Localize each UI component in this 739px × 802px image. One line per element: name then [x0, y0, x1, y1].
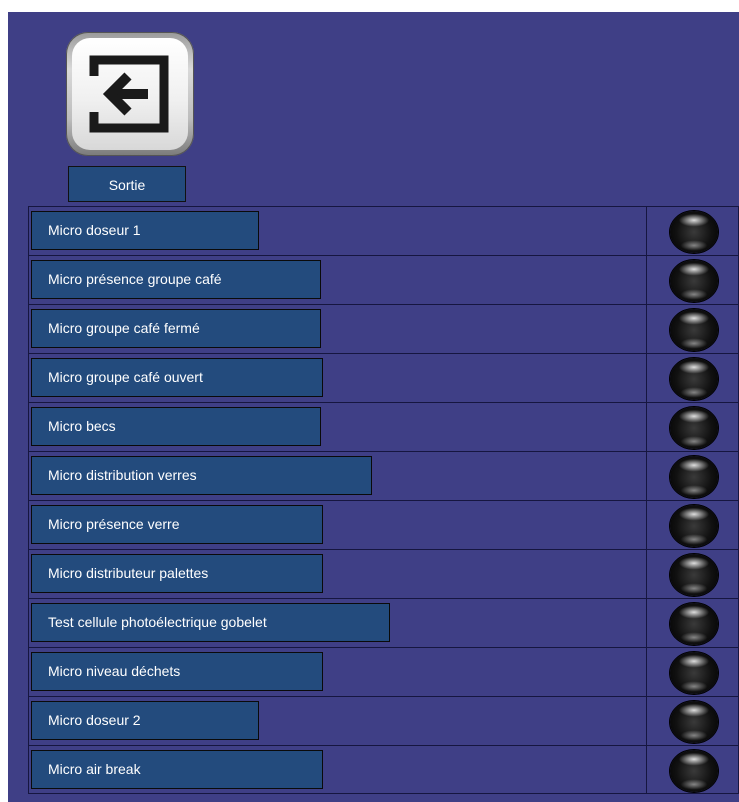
sensor-label: Micro air break: [31, 750, 323, 789]
io-test-panel: Sortie Micro doseur 1 Micro présence gro…: [8, 12, 739, 802]
status-indicator-icon: [670, 309, 718, 351]
exit-icon-face: [72, 38, 188, 150]
list-item: Micro distributeur palettes: [28, 549, 739, 598]
sensor-label: Micro doseur 1: [31, 211, 259, 250]
list-item: Micro air break: [28, 745, 739, 794]
sensor-label: Micro niveau déchets: [31, 652, 323, 691]
list-item: Micro niveau déchets: [28, 647, 739, 696]
list-item: Micro présence verre: [28, 500, 739, 549]
exit-arrow-icon: [89, 55, 169, 133]
exit-label[interactable]: Sortie: [68, 166, 186, 202]
list-item: Test cellule photoélectrique gobelet: [28, 598, 739, 647]
sensor-label: Micro présence verre: [31, 505, 323, 544]
sensor-label: Micro présence groupe café: [31, 260, 321, 299]
list-item: Micro groupe café fermé: [28, 304, 739, 353]
status-indicator-icon: [670, 701, 718, 743]
list-item: Micro distribution verres: [28, 451, 739, 500]
sensor-list: Micro doseur 1 Micro présence groupe caf…: [28, 206, 739, 794]
status-indicator-icon: [670, 260, 718, 302]
status-indicator-icon: [670, 652, 718, 694]
status-indicator-icon: [670, 456, 718, 498]
status-indicator-icon: [670, 750, 718, 792]
status-indicator-icon: [670, 505, 718, 547]
sensor-label: Micro distributeur palettes: [31, 554, 323, 593]
sensor-label: Micro doseur 2: [31, 701, 259, 740]
status-indicator-icon: [670, 603, 718, 645]
sensor-label: Micro becs: [31, 407, 321, 446]
list-item: Micro doseur 2: [28, 696, 739, 745]
sensor-label: Micro groupe café ouvert: [31, 358, 323, 397]
sensor-label: Micro distribution verres: [31, 456, 372, 495]
list-item: Micro doseur 1: [28, 206, 739, 255]
status-indicator-icon: [670, 407, 718, 449]
list-item: Micro groupe café ouvert: [28, 353, 739, 402]
list-item: Micro présence groupe café: [28, 255, 739, 304]
status-indicator-icon: [670, 554, 718, 596]
status-indicator-icon: [670, 358, 718, 400]
list-item: Micro becs: [28, 402, 739, 451]
exit-button[interactable]: [66, 32, 194, 156]
sensor-label: Micro groupe café fermé: [31, 309, 321, 348]
status-indicator-icon: [670, 211, 718, 253]
sensor-label: Test cellule photoélectrique gobelet: [31, 603, 390, 642]
